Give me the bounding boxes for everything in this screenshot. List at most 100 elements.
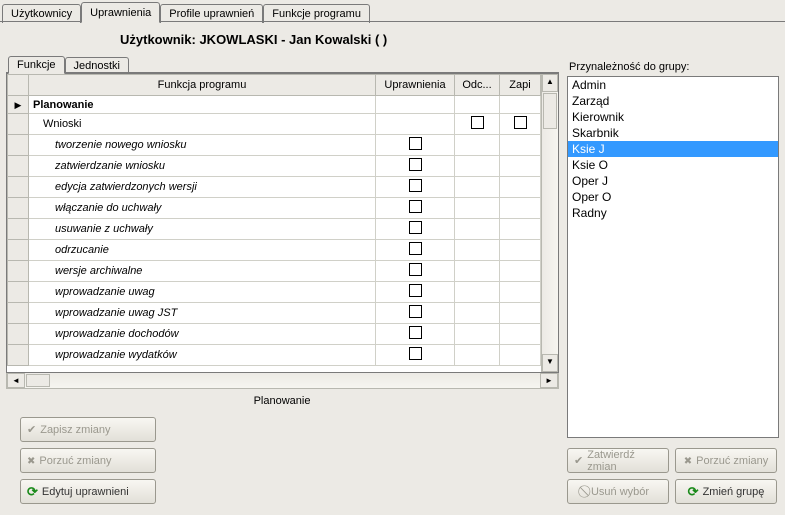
function-cell: wersje archiwalne xyxy=(29,261,376,282)
col-zapi[interactable]: Zapi xyxy=(500,75,541,96)
check-icon xyxy=(27,423,36,436)
perm-cell[interactable] xyxy=(376,198,455,219)
group-item[interactable]: Zarząd xyxy=(568,93,778,109)
odc-cell xyxy=(455,156,500,177)
check-icon xyxy=(574,454,583,467)
row-marker xyxy=(8,261,29,282)
checkbox[interactable] xyxy=(514,116,527,129)
group-list[interactable]: AdminZarządKierownikSkarbnikKsie JKsie O… xyxy=(567,76,779,438)
odc-cell[interactable] xyxy=(455,114,500,135)
table-row[interactable]: tworzenie nowego wniosku xyxy=(8,135,541,156)
row-marker xyxy=(8,135,29,156)
group-item[interactable]: Oper J xyxy=(568,173,778,189)
x-icon xyxy=(27,455,35,467)
zapi-cell xyxy=(500,240,541,261)
tab-permissions[interactable]: Uprawnienia xyxy=(81,2,160,23)
vertical-scrollbar[interactable]: ▲ ▼ xyxy=(541,74,558,372)
odc-cell xyxy=(455,240,500,261)
checkbox[interactable] xyxy=(409,263,422,276)
tab-inner-functions[interactable]: Funkcje xyxy=(8,56,65,74)
row-marker xyxy=(8,177,29,198)
group-item[interactable]: Oper O xyxy=(568,189,778,205)
checkbox[interactable] xyxy=(409,200,422,213)
odc-cell xyxy=(455,282,500,303)
perm-cell[interactable] xyxy=(376,282,455,303)
save-button-label: Zapisz zmiany xyxy=(40,424,110,436)
table-row[interactable]: zatwierdzanie wniosku xyxy=(8,156,541,177)
table-row[interactable]: odrzucanie xyxy=(8,240,541,261)
confirm-changes-button[interactable]: Zatwierdź zmian xyxy=(567,448,669,473)
scroll-down-icon[interactable]: ▼ xyxy=(542,354,558,372)
zapi-cell xyxy=(500,156,541,177)
perm-cell xyxy=(376,114,455,135)
hscroll-thumb[interactable] xyxy=(26,374,50,387)
discard-button[interactable]: Porzuć zmiany xyxy=(20,448,156,473)
checkbox[interactable] xyxy=(409,305,422,318)
group-item[interactable]: Admin xyxy=(568,77,778,93)
clear-selection-button[interactable]: Usuń wybór xyxy=(567,479,669,504)
zapi-cell xyxy=(500,177,541,198)
group-item[interactable]: Ksie J xyxy=(568,141,778,157)
col-odc[interactable]: Odc... xyxy=(455,75,500,96)
group-item[interactable]: Ksie O xyxy=(568,157,778,173)
col-permissions[interactable]: Uprawnienia xyxy=(376,75,455,96)
top-tabs: Użytkownicy Uprawnienia Profile uprawnie… xyxy=(0,0,785,22)
table-row[interactable]: Wnioski xyxy=(8,114,541,135)
zapi-cell xyxy=(500,303,541,324)
table-row[interactable]: wprowadzanie dochodów xyxy=(8,324,541,345)
checkbox[interactable] xyxy=(409,158,422,171)
scroll-up-icon[interactable]: ▲ xyxy=(542,74,558,92)
zapi-cell xyxy=(500,261,541,282)
perm-cell[interactable] xyxy=(376,303,455,324)
perm-cell[interactable] xyxy=(376,177,455,198)
table-row[interactable]: wprowadzanie uwag xyxy=(8,282,541,303)
table-row[interactable]: edycja zatwierdzonych wersji xyxy=(8,177,541,198)
checkbox[interactable] xyxy=(471,116,484,129)
refresh-icon xyxy=(27,484,38,500)
checkbox[interactable] xyxy=(409,137,422,150)
perm-cell[interactable] xyxy=(376,156,455,177)
table-row[interactable]: wprowadzanie uwag JST xyxy=(8,303,541,324)
checkbox[interactable] xyxy=(409,347,422,360)
function-cell: edycja zatwierdzonych wersji xyxy=(29,177,376,198)
function-cell: odrzucanie xyxy=(29,240,376,261)
table-row[interactable]: wersje archiwalne xyxy=(8,261,541,282)
perm-cell[interactable] xyxy=(376,240,455,261)
perm-cell[interactable] xyxy=(376,219,455,240)
function-cell: wprowadzanie dochodów xyxy=(29,324,376,345)
discard-changes-button[interactable]: Porzuć zmiany xyxy=(675,448,777,473)
checkbox[interactable] xyxy=(409,179,422,192)
zapi-cell xyxy=(500,324,541,345)
group-item[interactable]: Skarbnik xyxy=(568,125,778,141)
col-function[interactable]: Funkcja programu xyxy=(29,75,376,96)
perm-cell[interactable] xyxy=(376,345,455,366)
function-cell: tworzenie nowego wniosku xyxy=(29,135,376,156)
odc-cell xyxy=(455,303,500,324)
permissions-grid[interactable]: Funkcja programu Uprawnienia Odc... Zapi… xyxy=(6,73,559,373)
horizontal-scrollbar[interactable]: ◄ ► xyxy=(6,373,559,389)
perm-cell[interactable] xyxy=(376,135,455,156)
scroll-thumb[interactable] xyxy=(543,93,557,129)
table-row[interactable]: Planowanie xyxy=(8,96,541,114)
save-button[interactable]: Zapisz zmiany xyxy=(20,417,156,442)
table-row[interactable]: włączanie do uchwały xyxy=(8,198,541,219)
scroll-right-icon[interactable]: ► xyxy=(540,373,558,388)
checkbox[interactable] xyxy=(409,221,422,234)
group-item[interactable]: Radny xyxy=(568,205,778,221)
perm-cell[interactable] xyxy=(376,261,455,282)
zapi-cell[interactable] xyxy=(500,114,541,135)
function-cell: Wnioski xyxy=(29,114,376,135)
checkbox[interactable] xyxy=(409,242,422,255)
group-item[interactable]: Kierownik xyxy=(568,109,778,125)
odc-cell xyxy=(455,345,500,366)
function-cell: zatwierdzanie wniosku xyxy=(29,156,376,177)
table-row[interactable]: wprowadzanie wydatków xyxy=(8,345,541,366)
perm-cell[interactable] xyxy=(376,324,455,345)
scroll-left-icon[interactable]: ◄ xyxy=(7,373,25,388)
table-row[interactable]: usuwanie z uchwały xyxy=(8,219,541,240)
checkbox[interactable] xyxy=(409,326,422,339)
odc-cell xyxy=(455,219,500,240)
change-group-button[interactable]: Zmień grupę xyxy=(675,479,777,504)
edit-permissions-button[interactable]: Edytuj uprawnieni xyxy=(20,479,156,504)
checkbox[interactable] xyxy=(409,284,422,297)
